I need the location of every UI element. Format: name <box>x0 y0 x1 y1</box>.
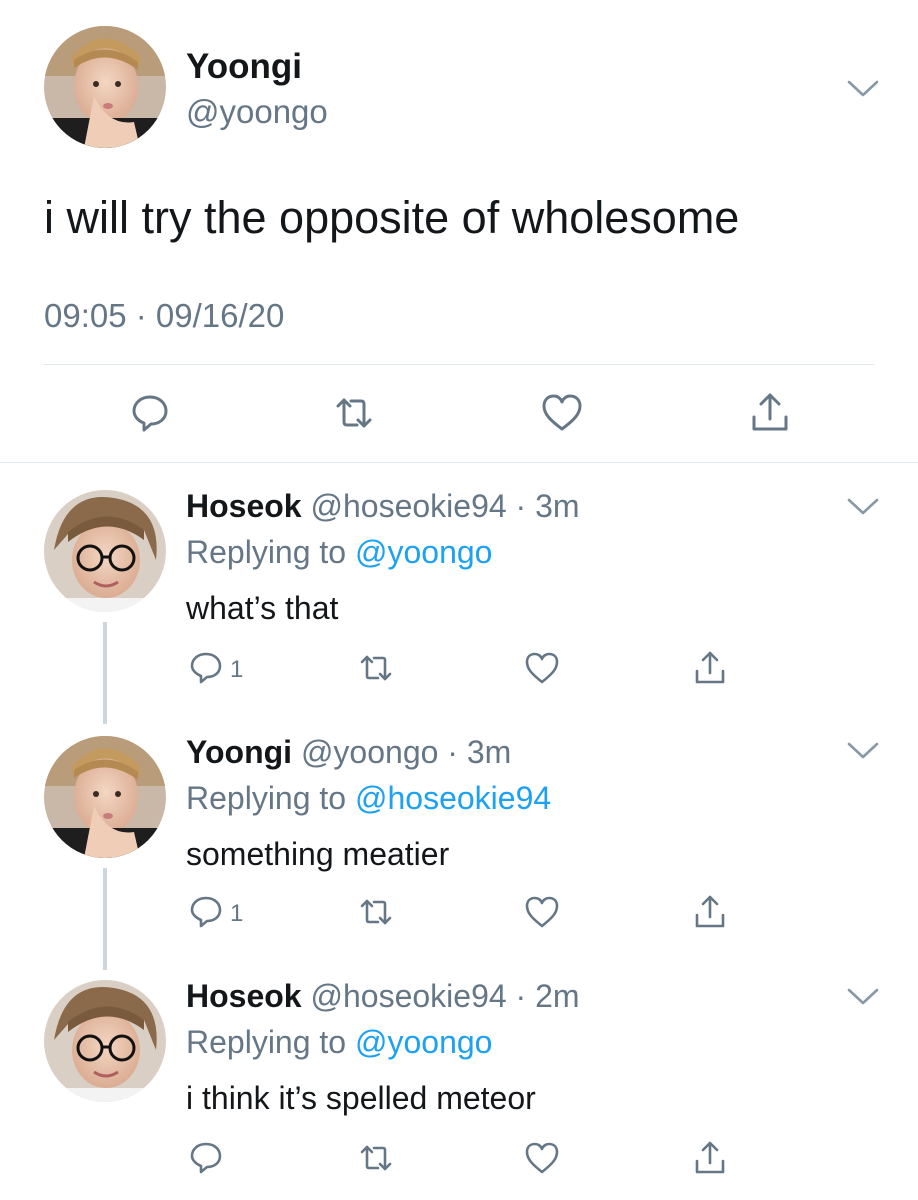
thread-connector <box>103 868 107 970</box>
reply-header: Hoseok @hoseokie94 · 2m <box>186 976 580 1016</box>
chevron-down-icon[interactable] <box>846 740 880 762</box>
share-icon[interactable] <box>690 1138 730 1178</box>
replying-to: Replying to @yoongo <box>186 532 492 572</box>
like-icon[interactable] <box>522 1138 562 1178</box>
reply-text: i think it’s spelled meteor <box>186 1080 536 1116</box>
replying-to-label: Replying to <box>186 534 355 570</box>
divider <box>0 462 918 463</box>
share-icon[interactable] <box>746 389 794 437</box>
author-handle[interactable]: @yoongo <box>186 92 328 132</box>
reply-text: what’s that <box>186 590 339 626</box>
avatar-yoongi[interactable] <box>44 736 166 858</box>
avatar-yoongi[interactable] <box>44 26 166 148</box>
retweet-icon[interactable] <box>330 389 378 437</box>
tweet-text: i will try the opposite of wholesome <box>44 192 740 243</box>
comment-icon[interactable] <box>186 892 226 932</box>
replying-to: Replying to @yoongo <box>186 1022 492 1062</box>
reply-author-handle[interactable]: @hoseokie94 <box>310 978 506 1014</box>
chevron-down-icon[interactable] <box>846 986 880 1008</box>
reply-author-name[interactable]: Hoseok <box>186 978 302 1014</box>
retweet-icon[interactable] <box>356 892 396 932</box>
share-icon[interactable] <box>690 648 730 688</box>
replying-to-mention[interactable]: @yoongo <box>355 534 492 570</box>
reply-header: Hoseok @hoseokie94 · 3m <box>186 486 580 526</box>
replying-to-mention[interactable]: @yoongo <box>355 1024 492 1060</box>
reply-author-name[interactable]: Yoongi <box>186 734 292 770</box>
like-icon[interactable] <box>522 892 562 932</box>
replying-to-label: Replying to <box>186 780 355 816</box>
reply-time[interactable]: 3m <box>467 734 511 770</box>
reply-separator: · <box>447 734 458 770</box>
thread-connector <box>103 622 107 724</box>
comment-icon[interactable] <box>186 648 226 688</box>
retweet-icon[interactable] <box>356 648 396 688</box>
tweet-timestamp[interactable]: 09:05 · 09/16/20 <box>44 296 284 336</box>
chevron-down-icon[interactable] <box>846 496 880 518</box>
avatar-hoseok[interactable] <box>44 490 166 612</box>
chevron-down-icon[interactable] <box>846 78 880 100</box>
retweet-icon[interactable] <box>356 1138 396 1178</box>
reply-time[interactable]: 2m <box>535 978 579 1014</box>
replying-to: Replying to @hoseokie94 <box>186 778 551 818</box>
reply-author-handle[interactable]: @hoseokie94 <box>310 488 506 524</box>
replying-to-mention[interactable]: @hoseokie94 <box>355 780 551 816</box>
like-icon[interactable] <box>538 389 586 437</box>
reply-separator: · <box>515 488 527 524</box>
like-icon[interactable] <box>522 648 562 688</box>
reply-text: something meatier <box>186 836 450 872</box>
replying-to-label: Replying to <box>186 1024 355 1060</box>
reply-time[interactable]: 3m <box>535 488 579 524</box>
reply-author-handle[interactable]: @yoongo <box>301 734 438 770</box>
reply-separator: · <box>515 978 527 1014</box>
reply-header: Yoongi @yoongo · 3m <box>186 732 511 772</box>
author-name[interactable]: Yoongi <box>186 46 302 88</box>
share-icon[interactable] <box>690 892 730 932</box>
reply-author-name[interactable]: Hoseok <box>186 488 302 524</box>
reply-count: 1 <box>230 656 244 683</box>
divider <box>44 364 874 365</box>
comment-icon[interactable] <box>126 389 174 437</box>
reply-count: 1 <box>230 900 244 927</box>
avatar-hoseok[interactable] <box>44 980 166 1102</box>
comment-icon[interactable] <box>186 1138 226 1178</box>
